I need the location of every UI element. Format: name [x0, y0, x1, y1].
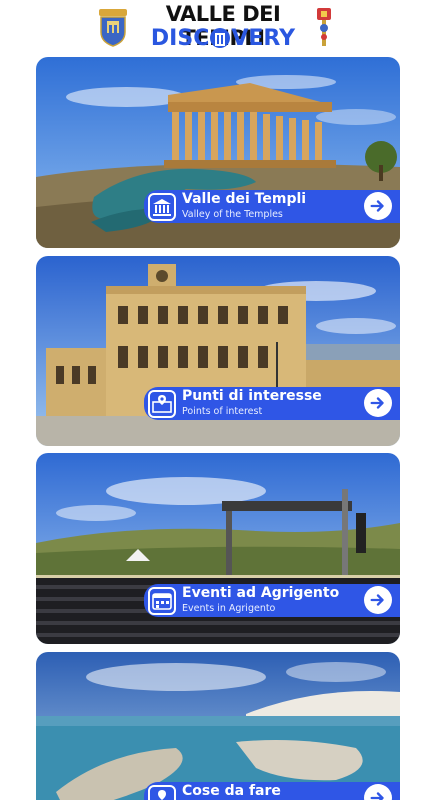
card-banner[interactable]: Cose da fare: [144, 782, 400, 800]
card-banner[interactable]: Punti di interesse Points of interest: [144, 387, 400, 420]
card-title: Punti di interesse: [182, 388, 322, 404]
agrigento-emblem-icon: [317, 8, 331, 46]
comune-agrigento-crest-icon: [99, 9, 127, 47]
map-pin-icon: [148, 390, 176, 418]
calendar-icon: [148, 587, 176, 615]
arrow-right-icon[interactable]: [364, 586, 392, 614]
card-banner[interactable]: Eventi ad Agrigento Events in Agrigento: [144, 584, 400, 617]
app-header: VALLE DEI TEMPLI DISCVERY: [0, 0, 436, 56]
title-part-b: VERY: [231, 26, 296, 51]
coast-photo: [36, 652, 400, 800]
card-cose-da-fare[interactable]: Cose da fare: [36, 652, 400, 800]
card-subtitle: Points of interest: [182, 406, 263, 417]
card-eventi-ad-agrigento[interactable]: Eventi ad Agrigento Events in Agrigento: [36, 453, 400, 644]
card-title: Valle dei Templi: [182, 191, 307, 207]
arrow-right-icon[interactable]: [364, 389, 392, 417]
card-valle-dei-templi[interactable]: Valle dei Templi Valley of the Temples: [36, 57, 400, 248]
title-part-a: DISC: [150, 26, 210, 51]
card-title: Eventi ad Agrigento: [182, 585, 340, 601]
card-punti-di-interesse[interactable]: Punti di interesse Points of interest: [36, 256, 400, 446]
card-banner[interactable]: Valle dei Templi Valley of the Temples: [144, 190, 400, 223]
temple-logo-icon: [210, 28, 231, 48]
card-subtitle: Events in Agrigento: [182, 603, 276, 614]
temple-icon: [148, 193, 176, 221]
card-subtitle: Valley of the Temples: [182, 209, 283, 220]
arrow-right-icon[interactable]: [364, 192, 392, 220]
places-icon: [148, 785, 176, 800]
arrow-right-icon[interactable]: [364, 784, 392, 800]
card-title: Cose da fare: [182, 783, 281, 799]
app-title-line2: DISC VERY: [130, 26, 316, 51]
